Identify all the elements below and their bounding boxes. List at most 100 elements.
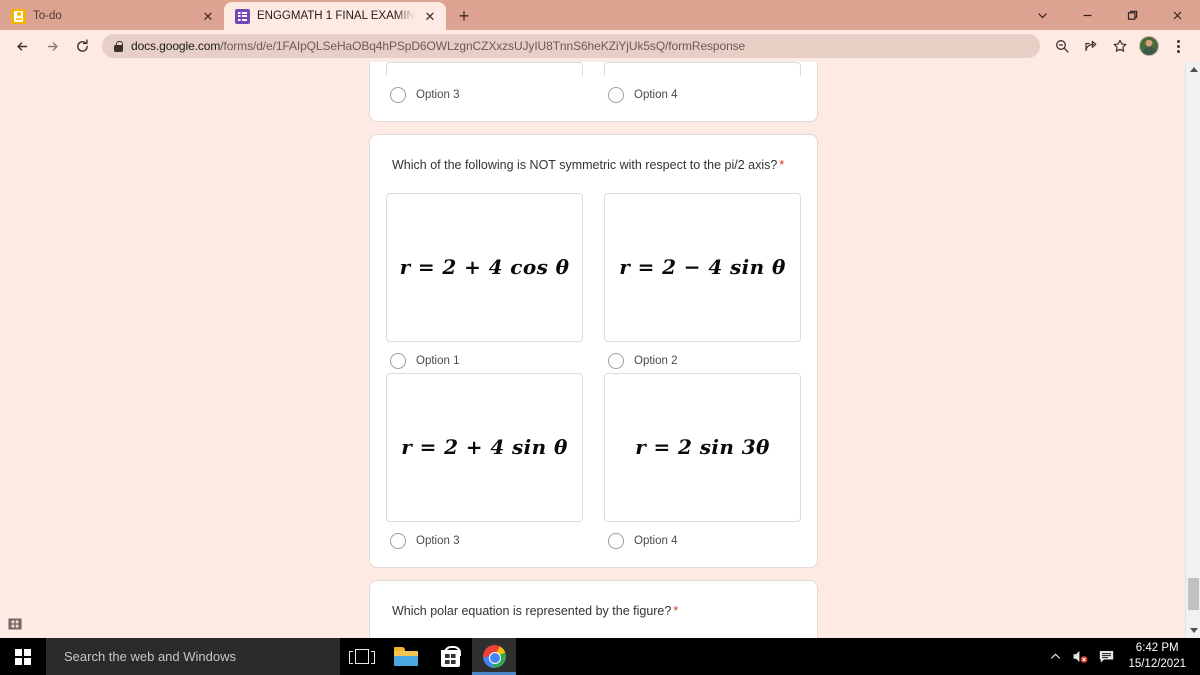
radio-option-4[interactable]: Option 4 [604, 522, 801, 553]
question-card-figure: Which polar equation is represented by t… [369, 579, 818, 638]
equation-text: r = 2 − 4 sin θ [619, 255, 786, 279]
minimize-icon[interactable] [1065, 0, 1110, 30]
clock-time: 6:42 PM [1135, 641, 1179, 654]
taskbar-search-input[interactable]: Search the web and Windows [46, 638, 340, 675]
google-chrome-button[interactable] [472, 638, 516, 675]
address-bar[interactable]: docs.google.com/forms/d/e/1FAIpQLSeHaOBq… [102, 34, 1040, 58]
page-viewport: Option 3 Option 4 Which of the following… [0, 62, 1200, 638]
file-explorer-icon [394, 647, 418, 666]
window-controls [1020, 0, 1200, 30]
tab-title: ENGGMATH 1 FINAL EXAMINATI [257, 10, 415, 22]
start-button[interactable] [0, 638, 46, 675]
windows-logo-icon [15, 648, 31, 665]
action-center-icon[interactable] [1099, 650, 1114, 664]
equation-text: r = 2 + 4 sin θ [401, 435, 568, 459]
tab-title: To-do [33, 10, 62, 22]
equation-text: r = 2 + 4 cos θ [399, 255, 570, 279]
question-card-partial: Option 3 Option 4 [369, 62, 818, 122]
microsoft-store-button[interactable] [428, 638, 472, 675]
windows-taskbar: Search the web and Windows 6:42 PM 15/12… [0, 638, 1200, 675]
radio-option-1[interactable]: Option 1 [386, 342, 583, 373]
reload-icon[interactable] [68, 32, 96, 60]
profile-avatar[interactable] [1139, 36, 1159, 56]
clock-date: 15/12/2021 [1128, 657, 1186, 670]
page-scrollbar[interactable] [1185, 62, 1200, 638]
scroll-down-arrow-icon[interactable] [1186, 623, 1200, 638]
radio-option-3[interactable]: Option 3 [386, 522, 583, 553]
new-tab-button[interactable]: + [450, 2, 478, 30]
radio-button[interactable] [390, 87, 406, 103]
tab-enggmath-final-exam[interactable]: ENGGMATH 1 FINAL EXAMINATI ✕ [224, 2, 446, 30]
chrome-menu-icon[interactable] [1164, 32, 1192, 60]
todo-icon [11, 8, 26, 24]
option-grid: r = 2 + 4 cos θ Option 1 r = 2 − 4 sin θ [370, 175, 817, 567]
task-view-button[interactable] [340, 638, 384, 675]
bookmark-star-icon[interactable] [1106, 32, 1134, 60]
form-question-column: Option 3 Option 4 Which of the following… [369, 62, 818, 638]
option-image[interactable] [604, 62, 801, 76]
option-image[interactable]: r = 2 − 4 sin θ [604, 192, 801, 342]
required-asterisk: * [779, 158, 785, 172]
radio-option-4[interactable]: Option 4 [604, 76, 801, 107]
question-title: Which polar equation is represented by t… [392, 603, 679, 618]
required-asterisk: * [673, 603, 679, 618]
zoom-out-icon[interactable] [1048, 32, 1076, 60]
figure-wrapper: 3π [370, 620, 817, 638]
taskbar-app-buttons [340, 638, 516, 675]
radio-label: Option 4 [634, 534, 678, 547]
tab-strip: To-do ✕ ENGGMATH 1 FINAL EXAMINATI ✕ + [0, 0, 1200, 30]
chrome-browser-window: To-do ✕ ENGGMATH 1 FINAL EXAMINATI ✕ + d… [0, 0, 1200, 638]
browser-toolbar: docs.google.com/forms/d/e/1FAIpQLSeHaOBq… [0, 30, 1200, 62]
share-icon[interactable] [1077, 32, 1105, 60]
feedback-icon[interactable] [8, 618, 25, 633]
radio-button[interactable] [390, 532, 406, 549]
radio-option-2[interactable]: Option 2 [604, 342, 801, 373]
scrollbar-thumb[interactable] [1188, 578, 1199, 610]
url-text: docs.google.com/forms/d/e/1FAIpQLSeHaOBq… [131, 39, 746, 53]
search-placeholder: Search the web and Windows [64, 649, 236, 664]
lock-icon [114, 40, 123, 52]
forward-icon[interactable] [38, 32, 66, 60]
radio-label: Option 2 [634, 354, 678, 367]
screen: To-do ✕ ENGGMATH 1 FINAL EXAMINATI ✕ + d… [0, 0, 1200, 675]
back-icon[interactable] [8, 32, 36, 60]
taskbar-clock[interactable]: 6:42 PM 15/12/2021 [1124, 641, 1190, 672]
volume-muted-icon[interactable] [1072, 649, 1089, 664]
radio-label: Option 1 [416, 354, 460, 367]
radio-label: Option 4 [634, 89, 678, 101]
option-cell: r = 2 − 4 sin θ Option 2 [604, 192, 801, 373]
radio-button[interactable] [608, 87, 624, 103]
system-tray: 6:42 PM 15/12/2021 [1049, 641, 1200, 672]
option-cell: r = 2 + 4 cos θ Option 1 [386, 192, 583, 373]
option-cell: r = 2 sin 3θ Option 4 [604, 372, 801, 553]
task-view-icon [349, 649, 375, 664]
option-cell: Option 4 [604, 62, 801, 107]
option-cell: Option 3 [386, 62, 583, 107]
close-icon[interactable]: ✕ [200, 8, 216, 24]
show-hidden-icons-icon[interactable] [1049, 650, 1062, 663]
radio-label: Option 3 [416, 534, 460, 547]
question-card-symmetry: Which of the following is NOT symmetric … [369, 134, 818, 568]
close-icon[interactable]: ✕ [422, 8, 438, 24]
radio-option-3[interactable]: Option 3 [386, 76, 583, 107]
option-image[interactable]: r = 2 sin 3θ [604, 372, 801, 522]
tab-todo[interactable]: To-do ✕ [0, 2, 224, 30]
option-image[interactable]: r = 2 + 4 cos θ [386, 192, 583, 342]
chevron-down-icon[interactable] [1020, 0, 1065, 30]
equation-text: r = 2 sin 3θ [635, 435, 770, 459]
google-forms-icon [235, 8, 250, 24]
file-explorer-button[interactable] [384, 638, 428, 675]
radio-button[interactable] [390, 352, 406, 369]
google-chrome-icon [482, 645, 506, 668]
radio-button[interactable] [608, 352, 624, 369]
radio-label: Option 3 [416, 89, 460, 101]
option-image[interactable] [386, 62, 583, 76]
close-icon[interactable] [1155, 0, 1200, 30]
question-title: Which of the following is NOT symmetric … [392, 158, 785, 172]
radio-button[interactable] [608, 532, 624, 549]
scroll-up-arrow-icon[interactable] [1186, 62, 1200, 77]
microsoft-store-icon [440, 646, 461, 667]
restore-icon[interactable] [1110, 0, 1155, 30]
option-image[interactable]: r = 2 + 4 sin θ [386, 372, 583, 522]
toolbar-actions [1048, 32, 1192, 60]
